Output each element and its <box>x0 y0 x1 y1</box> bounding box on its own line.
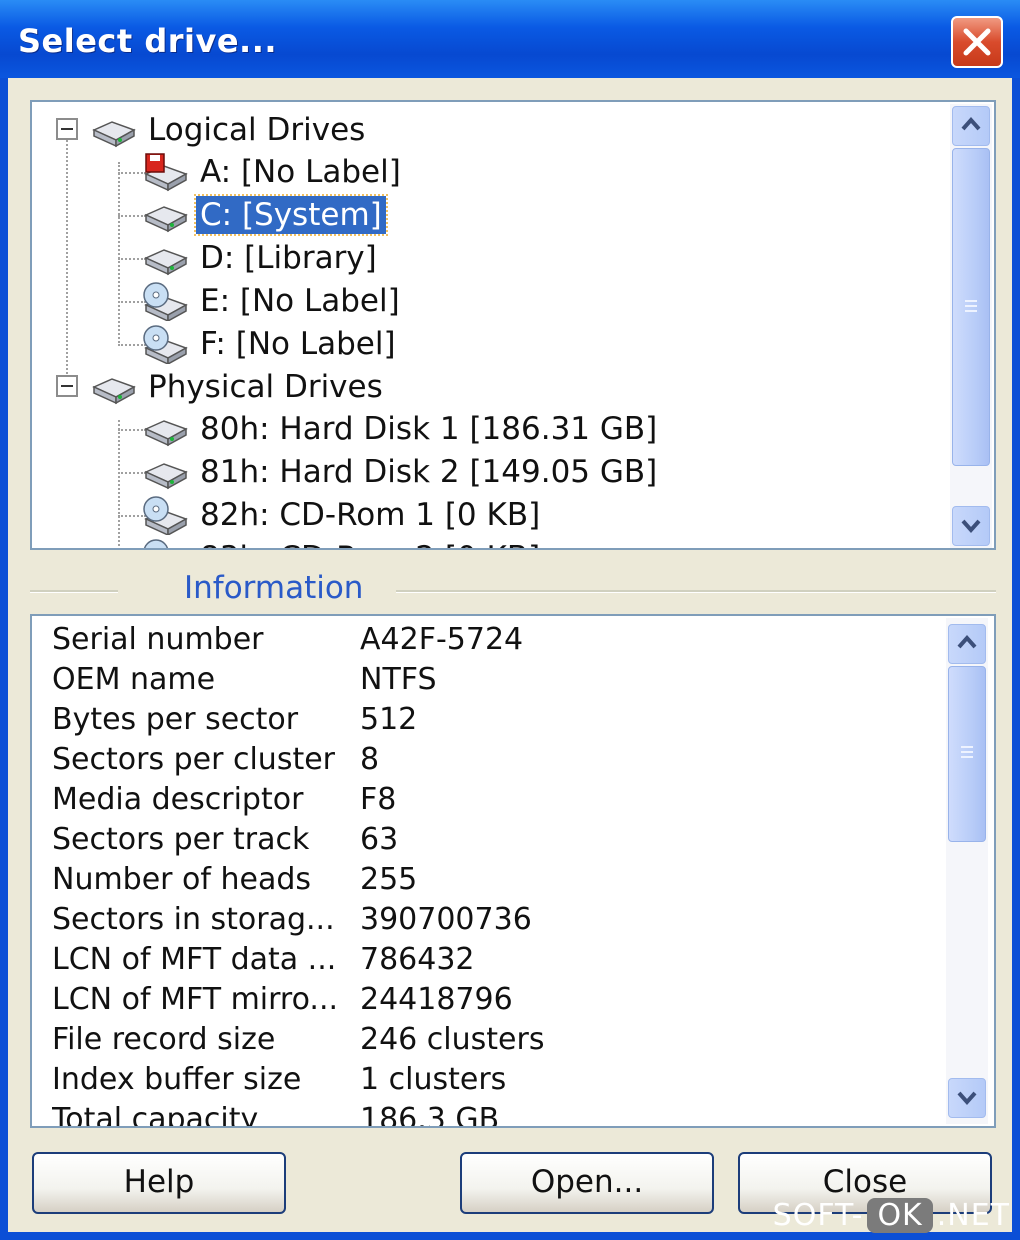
hard-drive-icon <box>144 206 188 233</box>
info-key: Sectors per cluster <box>52 742 336 777</box>
grip-icon <box>961 746 973 758</box>
info-value: 24418796 <box>360 982 513 1017</box>
info-value: A42F-5724 <box>360 622 524 657</box>
info-key: LCN of MFT data ... <box>52 942 337 977</box>
dialog-client-area: Logical Drives A: [No Label] C: [System]… <box>8 78 1012 1232</box>
tree-node-drive-c[interactable]: C: [System] <box>142 194 388 236</box>
info-key: Sectors per track <box>52 822 310 857</box>
cd-drive-icon <box>143 539 169 548</box>
info-value: 8 <box>360 742 380 777</box>
info-key: OEM name <box>52 662 216 697</box>
tree-node-label: Logical Drives <box>148 112 366 148</box>
watermark-right: .NET <box>936 1197 1010 1233</box>
tree-node-label: 81h: Hard Disk 2 [149.05 GB] <box>200 454 658 490</box>
info-value: 186.3 GB <box>360 1102 500 1128</box>
info-value: 390700736 <box>360 902 532 937</box>
tree-node-label: A: [No Label] <box>200 154 401 190</box>
hard-drive-icon <box>92 121 136 148</box>
grip-icon <box>965 300 977 312</box>
select-drive-dialog: Select drive... Logical Drives A: [No La… <box>0 0 1020 1240</box>
drive-tree[interactable]: Logical Drives A: [No Label] C: [System]… <box>30 100 996 550</box>
info-key: LCN of MFT mirro... <box>52 982 339 1017</box>
help-button[interactable]: Help <box>32 1152 286 1214</box>
tree-node-drive-e[interactable]: E: [No Label] <box>142 281 404 321</box>
info-key: File record size <box>52 1022 276 1057</box>
info-scrollbar[interactable] <box>946 618 988 1124</box>
information-list[interactable]: Serial number A42F-5724 OEM name NTFS By… <box>30 614 996 1128</box>
info-key: Serial number <box>52 622 264 657</box>
tree-node-drive-f[interactable]: F: [No Label] <box>142 324 400 364</box>
tree-node-logical-drives[interactable]: Logical Drives <box>90 110 369 150</box>
tree-line <box>66 140 68 390</box>
scroll-up-button[interactable] <box>948 624 986 664</box>
collapse-logical-drives-button[interactable] <box>56 118 78 140</box>
scroll-up-button[interactable] <box>952 106 990 146</box>
collapse-physical-drives-button[interactable] <box>56 375 78 397</box>
scroll-thumb[interactable] <box>952 148 990 466</box>
scroll-down-button[interactable] <box>952 506 990 546</box>
info-key: Number of heads <box>52 862 312 897</box>
group-divider <box>30 590 118 593</box>
info-value: NTFS <box>360 662 437 697</box>
info-value: 63 <box>360 822 399 857</box>
chevron-down-icon <box>957 1091 977 1106</box>
scroll-down-button[interactable] <box>948 1078 986 1118</box>
floppy-drive-icon <box>144 153 188 192</box>
group-divider <box>396 590 996 593</box>
cd-drive-icon <box>143 282 188 321</box>
info-value: F8 <box>360 782 397 817</box>
hard-drive-icon <box>144 463 188 490</box>
tree-node-label: D: [Library] <box>200 240 377 276</box>
hard-drive-icon <box>144 420 188 447</box>
tree-line <box>118 420 120 548</box>
info-key: Sectors in storag... <box>52 902 335 937</box>
tree-node-cd-rom-1[interactable]: 82h: CD-Rom 1 [0 KB] <box>142 495 544 535</box>
hard-drive-icon <box>92 378 136 405</box>
tree-node-cd-rom-2[interactable]: 83h: CD-Rom 2 [0 KB] <box>142 538 544 548</box>
tree-node-label: 82h: CD-Rom 1 [0 KB] <box>200 497 541 533</box>
info-value: 255 <box>360 862 418 897</box>
watermark-mid: OK <box>867 1197 933 1233</box>
tree-node-label-selected: C: [System] <box>194 194 388 236</box>
open-button[interactable]: Open... <box>460 1152 714 1214</box>
window-title: Select drive... <box>18 22 278 60</box>
info-value: 246 clusters <box>360 1022 545 1057</box>
chevron-down-icon <box>961 519 981 534</box>
info-key: Media descriptor <box>52 782 304 817</box>
cd-drive-icon <box>143 496 188 535</box>
chevron-up-icon <box>961 116 981 131</box>
information-group-title: Information <box>178 570 370 606</box>
hard-drive-icon <box>144 249 188 276</box>
tree-node-drive-a[interactable]: A: [No Label] <box>142 152 405 192</box>
info-value: 786432 <box>360 942 475 977</box>
tree-node-label: 80h: Hard Disk 1 [186.31 GB] <box>200 411 658 447</box>
info-key: Bytes per sector <box>52 702 299 737</box>
watermark: SOFT- OK .NET <box>773 1193 1010 1237</box>
tree-node-label: Physical Drives <box>148 369 383 405</box>
window-close-button[interactable] <box>951 16 1003 68</box>
info-key: Index buffer size <box>52 1062 302 1097</box>
tree-node-hard-disk-1[interactable]: 80h: Hard Disk 1 [186.31 GB] <box>142 409 661 449</box>
tree-node-label: E: [No Label] <box>200 283 400 319</box>
tree-node-label: 83h: CD-Rom 2 [0 KB] <box>196 539 544 548</box>
tree-node-drive-d[interactable]: D: [Library] <box>142 238 381 278</box>
tree-scrollbar[interactable] <box>950 104 992 548</box>
tree-line <box>118 162 120 346</box>
info-key: Total capacity <box>52 1102 259 1128</box>
title-bar[interactable]: Select drive... <box>0 0 1020 78</box>
scroll-thumb[interactable] <box>948 666 986 842</box>
info-value: 1 clusters <box>360 1062 507 1097</box>
tree-node-physical-drives[interactable]: Physical Drives <box>90 367 387 407</box>
tree-node-hard-disk-2[interactable]: 81h: Hard Disk 2 [149.05 GB] <box>142 452 661 492</box>
close-icon <box>963 28 991 56</box>
cd-drive-icon <box>143 325 188 364</box>
chevron-up-icon <box>957 634 977 649</box>
tree-node-label: F: [No Label] <box>200 326 396 362</box>
watermark-left: SOFT- <box>772 1197 864 1233</box>
info-value: 512 <box>360 702 418 737</box>
